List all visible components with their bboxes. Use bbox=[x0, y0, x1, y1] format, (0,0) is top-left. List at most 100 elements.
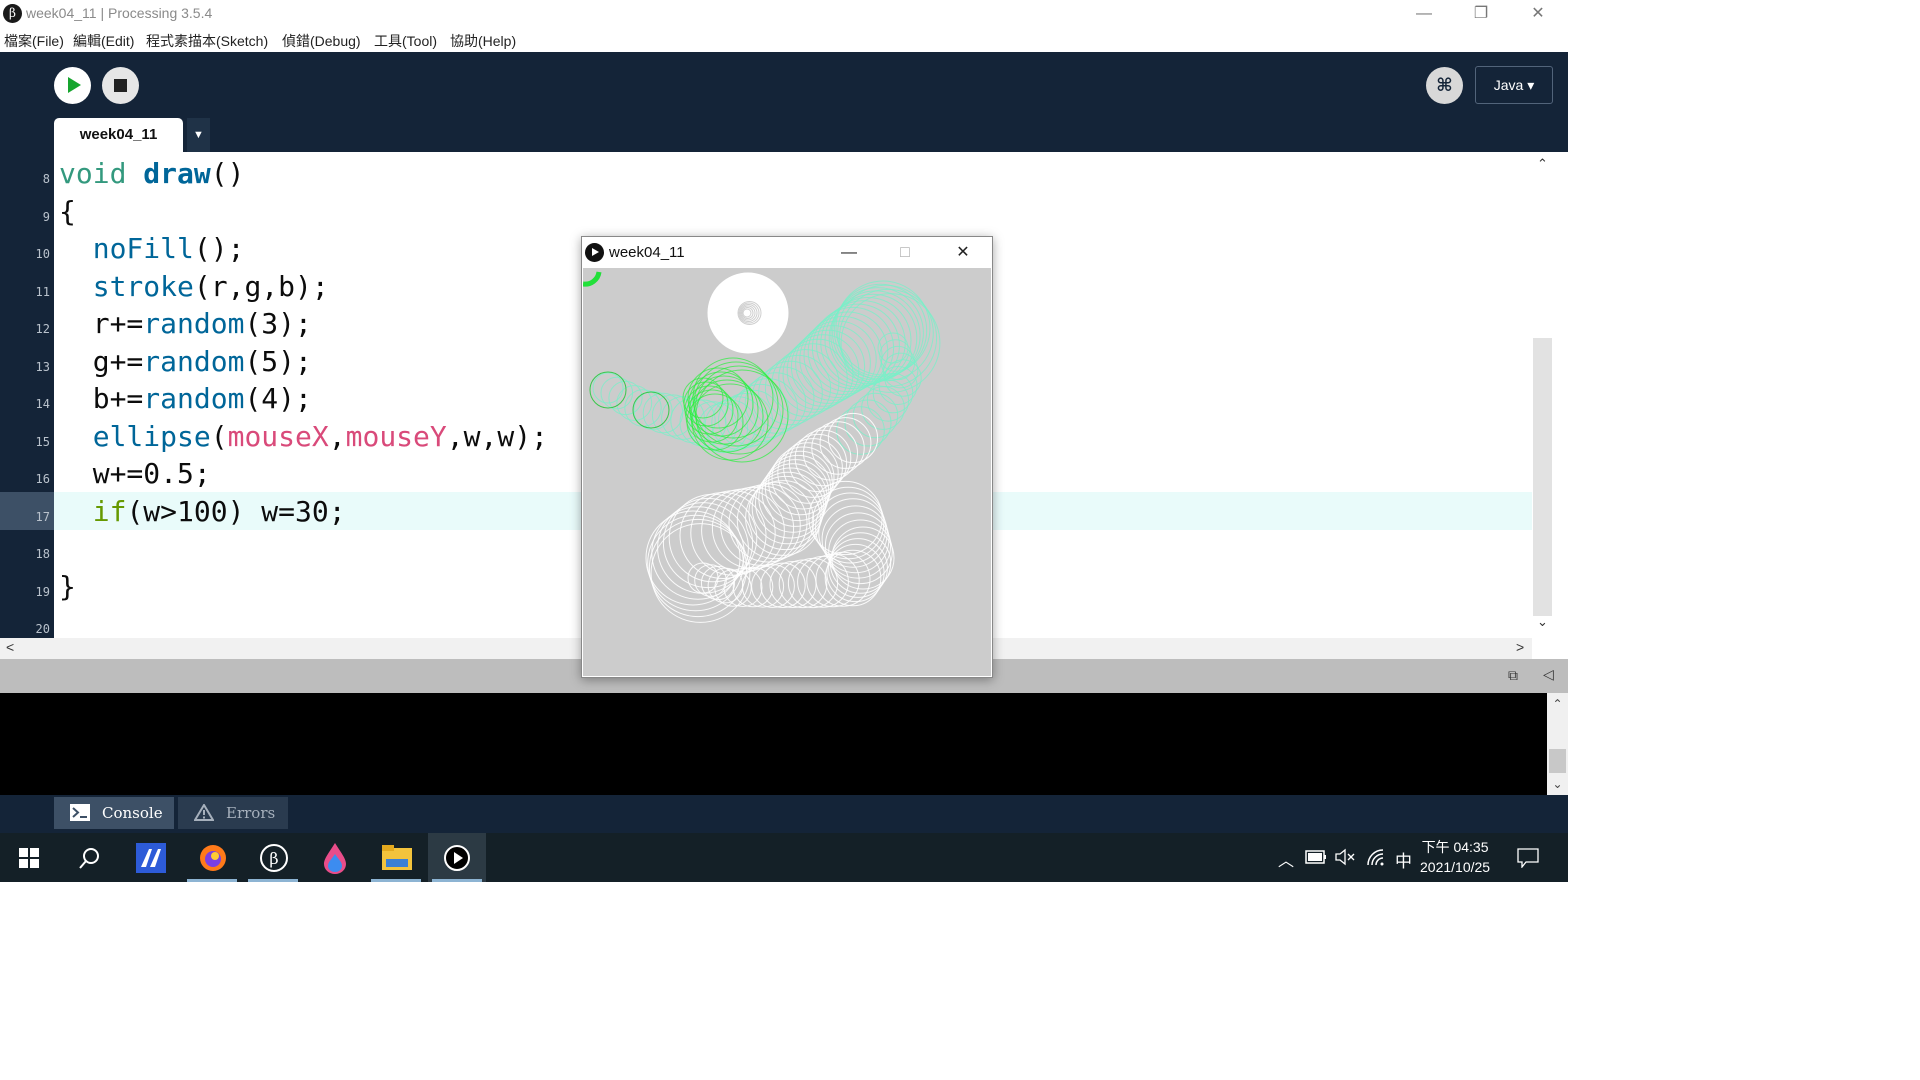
sketch-ellipse bbox=[679, 492, 767, 579]
processing-logo-icon: β bbox=[3, 4, 22, 23]
battery-icon[interactable] bbox=[1305, 850, 1327, 864]
line-number: 17 bbox=[35, 510, 50, 524]
volume-muted-icon[interactable] bbox=[1335, 848, 1355, 866]
line-number: 19 bbox=[35, 585, 50, 599]
search-button[interactable] bbox=[60, 833, 118, 882]
run-button[interactable] bbox=[54, 67, 91, 104]
scroll-down-icon[interactable]: ⌄ bbox=[1532, 614, 1553, 630]
editor-vertical-scrollbar[interactable]: ⌃ ⌄ bbox=[1532, 152, 1553, 638]
sketch-minimize-button[interactable]: — bbox=[824, 237, 874, 268]
code-line: stroke(r,g,b); bbox=[92, 270, 329, 303]
scroll-left-icon[interactable]: < bbox=[6, 639, 14, 655]
scroll-right-icon[interactable]: > bbox=[1516, 639, 1524, 655]
running-indicator bbox=[187, 879, 237, 882]
menu-bar: 檔案(File) 編輯(Edit) 程式素描本(Sketch) 偵錯(Debug… bbox=[0, 28, 1568, 52]
scroll-down-icon[interactable]: ⌄ bbox=[1547, 777, 1568, 791]
code-line: void draw() bbox=[59, 157, 245, 190]
collapse-console-icon[interactable]: ◁ bbox=[1543, 666, 1554, 683]
wifi-icon[interactable] bbox=[1366, 848, 1386, 866]
scroll-up-icon[interactable]: ⌃ bbox=[1547, 697, 1568, 711]
close-button[interactable]: ✕ bbox=[1509, 0, 1567, 28]
scroll-up-icon[interactable]: ⌃ bbox=[1532, 156, 1553, 172]
code-line: ellipse(mouseX,mouseY,w,w); bbox=[92, 420, 548, 453]
scroll-thumb[interactable] bbox=[1533, 338, 1552, 616]
taskbar-app-editor[interactable] bbox=[121, 833, 179, 882]
tab-row: week04_11 ▼ bbox=[0, 118, 1568, 152]
sketch-canvas[interactable] bbox=[583, 268, 991, 676]
menu-edit[interactable]: 編輯(Edit) bbox=[73, 31, 134, 51]
play-icon bbox=[444, 845, 470, 871]
tab-menu-button[interactable]: ▼ bbox=[187, 118, 210, 152]
taskbar-clock[interactable]: 下午 04:35 2021/10/25 bbox=[1420, 837, 1490, 877]
sketch-ellipse bbox=[650, 523, 751, 623]
sketch-ellipse bbox=[768, 450, 833, 516]
ime-indicator[interactable]: 中 bbox=[1395, 847, 1412, 872]
tab-errors[interactable]: Errors bbox=[178, 797, 288, 829]
sketch-maximize-button[interactable]: □ bbox=[880, 237, 930, 268]
maximize-button[interactable]: ❐ bbox=[1452, 0, 1510, 28]
terminal-icon bbox=[70, 804, 90, 821]
line-number: 16 bbox=[35, 472, 50, 486]
menu-help[interactable]: 協助(Help) bbox=[450, 31, 516, 51]
sketch-ellipse bbox=[624, 389, 662, 427]
sketch-window[interactable]: week04_11 — □ ✕ bbox=[581, 236, 993, 678]
taskbar-app-processing[interactable]: β bbox=[244, 833, 302, 882]
line-number: 12 bbox=[35, 322, 50, 336]
code-line: w+=0.5; bbox=[92, 457, 211, 490]
sketch-ellipse bbox=[818, 498, 888, 568]
clock-time: 下午 04:35 bbox=[1421, 839, 1489, 855]
line-number: 14 bbox=[35, 397, 50, 411]
taskbar-app-explorer[interactable] bbox=[367, 833, 425, 882]
taskbar-app-drop[interactable] bbox=[305, 833, 363, 882]
tab-console[interactable]: Console bbox=[54, 797, 174, 829]
menu-sketch[interactable]: 程式素描本(Sketch) bbox=[146, 31, 268, 51]
line-number-gutter: 8 9 10 11 12 13 14 15 16 17 18 19 20 bbox=[0, 152, 54, 638]
console-scrollbar[interactable]: ⌃ ⌄ bbox=[1547, 693, 1568, 795]
running-indicator bbox=[248, 879, 298, 882]
sketch-close-button[interactable]: ✕ bbox=[938, 237, 988, 268]
code-line: g+=random(5); bbox=[92, 345, 312, 378]
search-icon bbox=[79, 848, 99, 869]
line-number: 9 bbox=[42, 210, 50, 224]
start-button[interactable] bbox=[0, 833, 58, 882]
sketch-drawing bbox=[583, 271, 941, 623]
console-tabs: Console Errors bbox=[0, 795, 1568, 833]
line-number: 8 bbox=[42, 172, 50, 186]
taskbar-app-sketch[interactable] bbox=[428, 833, 486, 882]
line-number: 15 bbox=[35, 435, 50, 449]
clock-date: 2021/10/25 bbox=[1420, 859, 1491, 875]
menu-debug[interactable]: 偵錯(Debug) bbox=[282, 31, 361, 51]
line-number: 13 bbox=[35, 360, 50, 374]
line-number: 20 bbox=[35, 622, 50, 636]
tray-chevron-icon[interactable]: ︿ bbox=[1278, 847, 1294, 871]
warning-icon bbox=[194, 804, 214, 821]
sketch-ellipse bbox=[838, 288, 938, 388]
sketch-ellipse bbox=[647, 514, 744, 612]
taskbar-app-firefox[interactable] bbox=[183, 833, 241, 882]
copy-console-icon[interactable]: ⧉ bbox=[1508, 667, 1524, 683]
code-line: b+=random(4); bbox=[92, 382, 312, 415]
menu-file[interactable]: 檔案(File) bbox=[4, 31, 64, 51]
svg-text:β: β bbox=[269, 849, 278, 868]
code-line: noFill(); bbox=[92, 232, 245, 265]
sketch-ellipse bbox=[651, 506, 745, 600]
mode-selector[interactable]: Java ▾ bbox=[1475, 66, 1553, 104]
tab-week04-11[interactable]: week04_11 bbox=[54, 118, 183, 152]
line-number: 10 bbox=[35, 247, 50, 261]
stop-button[interactable] bbox=[102, 67, 139, 104]
title-bar: β week04_11 | Processing 3.5.4 — ❐ ✕ bbox=[0, 0, 1568, 28]
console-output[interactable]: ⌃ ⌄ bbox=[0, 693, 1568, 795]
debug-mode-button[interactable]: ⌘ bbox=[1426, 67, 1463, 104]
notification-icon[interactable] bbox=[1517, 848, 1539, 868]
line-number: 11 bbox=[35, 285, 50, 299]
sketch-ellipse bbox=[778, 559, 828, 609]
menu-tool[interactable]: 工具(Tool) bbox=[374, 31, 437, 51]
console-scroll-thumb[interactable] bbox=[1549, 749, 1566, 773]
processing-icon: β bbox=[260, 844, 288, 872]
taskbar: β ︿ 中 下午 04:35 2021/10/25 bbox=[0, 833, 1568, 882]
sketch-ellipse bbox=[707, 272, 789, 354]
sketch-ellipse bbox=[755, 467, 826, 539]
toolbar: ⌘ Java ▾ bbox=[0, 52, 1568, 118]
minimize-button[interactable]: — bbox=[1395, 0, 1453, 28]
sketch-ellipse bbox=[806, 553, 860, 608]
